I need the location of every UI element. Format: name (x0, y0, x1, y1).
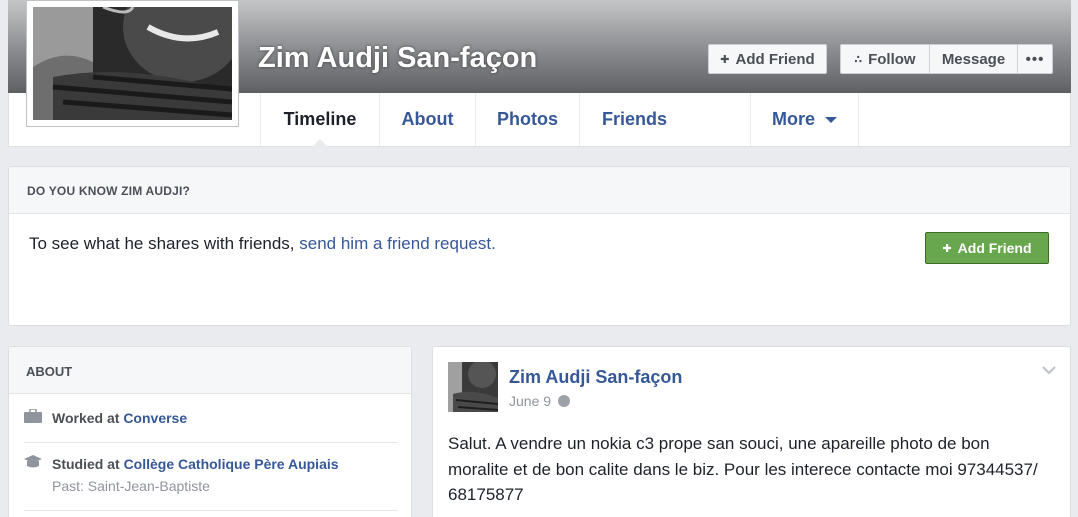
message-button[interactable]: Message (930, 45, 1018, 73)
ellipsis-icon: ••• (1025, 50, 1045, 68)
caret-down-icon (825, 116, 837, 123)
follow-button[interactable]: ∴ Follow (841, 45, 930, 73)
add-friend-button[interactable]: ✚ Add Friend (708, 44, 827, 74)
profile-name[interactable]: Zim Audji San-façon (258, 42, 537, 75)
rss-icon: ∴ (854, 53, 863, 66)
do-you-know-message: To see what he shares with friends, (29, 234, 300, 253)
avatar-image (448, 362, 498, 412)
tab-timeline-label: Timeline (283, 109, 357, 129)
profile-photo-image (33, 7, 232, 120)
tab-photos[interactable]: Photos (475, 93, 579, 146)
about-study-link[interactable]: Collège Catholique Père Aupiais (124, 456, 339, 472)
about-work-link[interactable]: Converse (123, 410, 187, 426)
about-card: ABOUT Worked at Converse Studied at Coll… (8, 346, 412, 517)
message-label: Message (941, 50, 1006, 68)
about-work-row: Worked at Converse (24, 407, 397, 443)
add-friend-label: Add Friend (735, 50, 815, 68)
send-friend-request-link[interactable]: send him a friend request. (299, 234, 496, 253)
tab-timeline[interactable]: Timeline (260, 93, 379, 147)
tab-friends[interactable]: Friends (579, 93, 689, 146)
public-globe-icon (558, 395, 571, 407)
about-heading: ABOUT (9, 347, 411, 394)
school-icon (24, 455, 42, 468)
post-timestamp[interactable]: June 9 (509, 393, 571, 409)
add-friend-green-button[interactable]: ✚ Add Friend (925, 232, 1049, 264)
post-body-text: Salut. A vendre un nokia c3 prope san so… (448, 434, 1038, 504)
about-study-prefix: Studied at (52, 456, 124, 472)
do-you-know-text: To see what he shares with friends, send… (29, 234, 496, 254)
follow-label: Follow (868, 50, 916, 68)
add-friend-green-label: Add Friend (957, 240, 1032, 256)
about-work-prefix: Worked at (52, 410, 124, 426)
do-you-know-card: DO YOU KNOW ZIM AUDJI? To see what he sh… (8, 166, 1071, 326)
post-author-avatar[interactable] (448, 362, 498, 412)
post-author-name[interactable]: Zim Audji San-façon (509, 367, 682, 388)
tab-friends-label: Friends (601, 109, 667, 129)
tab-more[interactable]: More (750, 93, 859, 146)
do-you-know-heading: DO YOU KNOW ZIM AUDJI? (9, 167, 1070, 214)
more-options-button[interactable]: ••• (1018, 45, 1052, 73)
add-friend-icon: ✚ (942, 242, 952, 255)
post-date-label: June 9 (509, 393, 552, 409)
about-work-text: Worked at Converse (52, 410, 187, 426)
tab-photos-label: Photos (497, 109, 558, 129)
about-divider (24, 510, 397, 511)
post-card: Zim Audji San-façon June 9 Salut. A vend… (432, 346, 1071, 517)
tab-more-label: More (771, 109, 815, 129)
tab-about[interactable]: About (379, 93, 475, 146)
add-friend-icon: ✚ (720, 53, 730, 66)
chevron-down-icon[interactable] (1042, 363, 1056, 377)
header-action-group: ∴ Follow Message ••• (840, 44, 1053, 74)
about-study-past: Past: Saint-Jean-Baptiste (52, 478, 210, 494)
profile-picture[interactable] (26, 0, 239, 127)
about-study-text: Studied at Collège Catholique Père Aupia… (52, 456, 339, 472)
tab-about-label: About (401, 109, 454, 129)
briefcase-icon (24, 409, 42, 423)
